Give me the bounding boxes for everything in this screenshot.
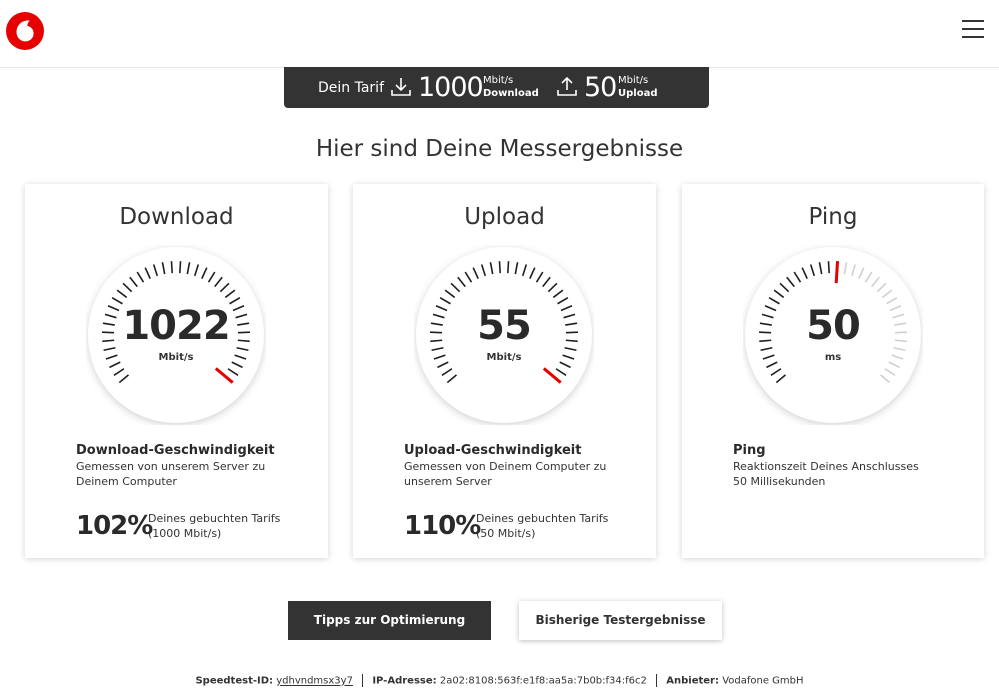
download-gauge: 1022 Mbit/s	[86, 245, 266, 425]
card-title: Upload	[464, 204, 545, 230]
ping-desc-text: Reaktionszeit Deines Anschlusses 50 Milli…	[733, 460, 919, 488]
hamburger-menu-icon[interactable]	[962, 20, 984, 38]
tariff-bar: Dein Tarif 1000 Mbit/s Download 50 Mbit/s…	[284, 67, 709, 108]
upload-percent-note: Deines gebuchten Tarifs (50 Mbit/s)	[476, 512, 609, 540]
gauge-tick	[827, 261, 830, 274]
ping-gauge: 50 ms	[743, 245, 923, 425]
divider	[656, 674, 658, 687]
tariff-upload-value: 50	[584, 72, 617, 103]
gauge-value: 55	[477, 303, 532, 349]
tariff-download-unit: Mbit/s Download	[483, 75, 539, 99]
speedtest-id-link[interactable]: ydhvndmsx3y7	[276, 676, 353, 687]
history-button[interactable]: Bisherige Testergebnisse	[519, 601, 722, 640]
upload-percent: 110%	[404, 511, 481, 541]
download-card: Download 1022 Mbit/s Download-Geschwindi…	[25, 184, 328, 558]
download-desc-text: Gemessen von unserem Server zu Deinem Co…	[76, 460, 266, 488]
download-desc-title: Download-Geschwindigkeit	[76, 443, 275, 458]
ip-value: 2a02:8108:563f:e1f8:aa5a:7b0b:f34:f6c2	[439, 675, 647, 687]
download-percent: 102%	[76, 511, 153, 541]
upload-icon	[556, 76, 578, 97]
speedtest-id-label: Speedtest-ID:	[195, 675, 274, 687]
gauge-tick	[179, 261, 182, 274]
ip-label: IP-Adresse:	[372, 675, 437, 687]
gauge-tick	[498, 261, 501, 274]
divider	[362, 674, 364, 687]
tariff-upload-unit: Mbit/s Upload	[618, 75, 658, 99]
ping-card: Ping 50 ms Ping Reaktionszeit Deines Ans…	[682, 184, 984, 558]
provider-value: Vodafone GmbH	[722, 675, 804, 687]
download-icon	[390, 77, 412, 97]
upload-desc-text: Gemessen von Deinem Computer zu unserem …	[404, 460, 607, 488]
vodafone-logo[interactable]	[5, 11, 45, 51]
gauge-value: 50	[806, 303, 861, 349]
gauge-unit: Mbit/s	[486, 352, 522, 363]
upload-desc-title: Upload-Geschwindigkeit	[404, 443, 582, 458]
card-title: Ping	[808, 204, 858, 230]
ping-desc-title: Ping	[733, 443, 766, 458]
page-title: Hier sind Deine Messergebnisse	[315, 136, 684, 162]
upload-gauge: 55 Mbit/s	[414, 245, 594, 425]
gauge-tick	[507, 261, 510, 274]
footer-info: Speedtest-ID: ydhvndmsx3y7 IP-Adresse: 2…	[0, 674, 999, 687]
gauge-unit: Mbit/s	[158, 352, 194, 363]
gauge-value: 1022	[122, 303, 230, 349]
header	[0, 0, 999, 68]
provider-label: Anbieter:	[666, 675, 719, 687]
card-title: Download	[119, 204, 234, 230]
gauge-tick	[170, 261, 173, 274]
download-percent-note: Deines gebuchten Tarifs (1000 Mbit/s)	[148, 512, 281, 540]
gauge-needle	[834, 261, 840, 284]
gauge-unit: ms	[824, 352, 842, 363]
upload-card: Upload 55 Mbit/s Upload-Geschwindigkeit …	[353, 184, 656, 558]
tariff-download-value: 1000	[418, 72, 484, 103]
tips-button[interactable]: Tipps zur Optimierung	[288, 601, 491, 640]
tariff-label: Dein Tarif	[318, 80, 384, 96]
